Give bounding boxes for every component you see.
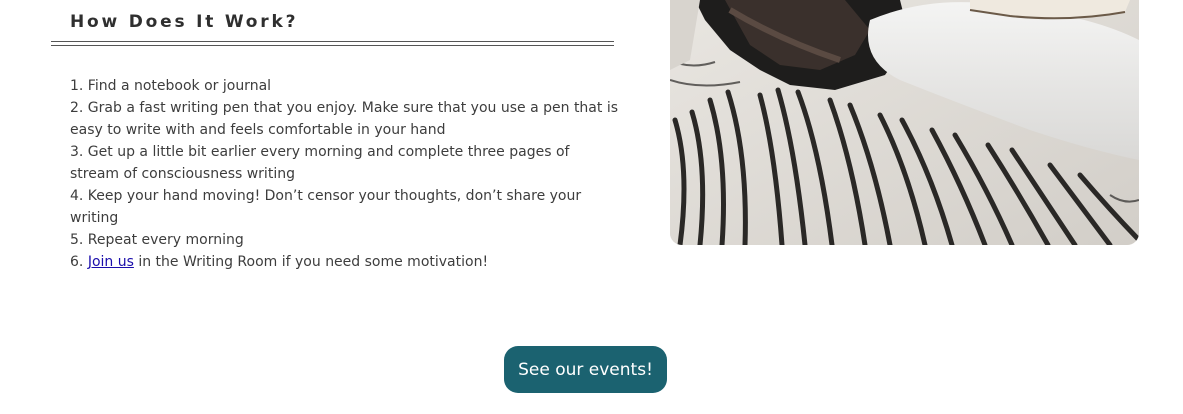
steps-list: 1. Find a notebook or journal 2. Grab a …: [70, 75, 618, 273]
step-prefix: 6.: [70, 254, 88, 270]
list-item: 3. Get up a little bit earlier every mor…: [70, 144, 570, 182]
blanket-image: [670, 0, 1139, 245]
list-item: 2. Grab a fast writing pen that you enjo…: [70, 100, 619, 138]
join-us-link[interactable]: Join us: [88, 254, 134, 270]
journaling-photo: [670, 0, 1139, 245]
title-divider: [51, 41, 614, 46]
how-it-works-section: How Does It Work? 1. Find a notebook or …: [51, 0, 618, 273]
page: How Does It Work? 1. Find a notebook or …: [0, 0, 1183, 414]
step-suffix: in the Writing Room if you need some mot…: [133, 254, 489, 270]
list-item: 4. Keep your hand moving! Don’t censor y…: [70, 188, 582, 226]
list-item: 1. Find a notebook or journal: [70, 78, 272, 94]
list-item: 5. Repeat every morning: [70, 232, 244, 248]
list-item: 6. Join us in the Writing Room if you ne…: [70, 251, 618, 273]
see-events-button[interactable]: See our events!: [504, 346, 667, 393]
section-title: How Does It Work?: [70, 12, 299, 32]
